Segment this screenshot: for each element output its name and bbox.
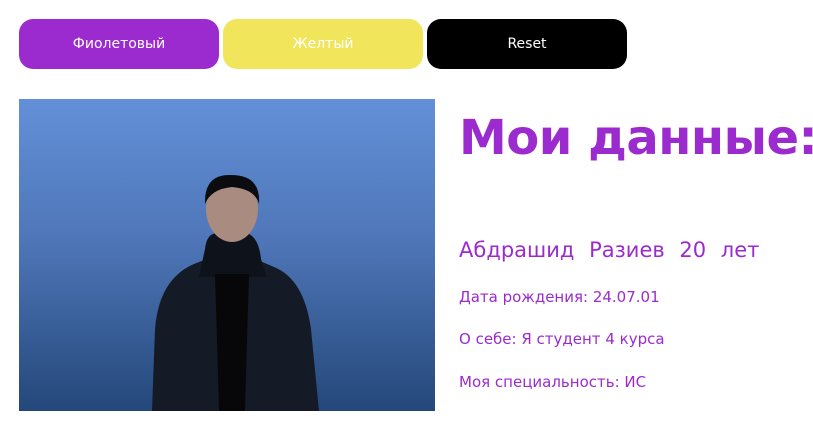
birth-date: Дата рождения: 24.07.01 bbox=[459, 288, 660, 306]
full-name: Абдрашид Разиев 20 лет bbox=[459, 238, 760, 262]
page-title: Мои данные: bbox=[459, 110, 813, 166]
specialty: Моя специальность: ИС bbox=[459, 373, 647, 391]
about-me: О себе: Я студент 4 курса bbox=[459, 330, 665, 348]
yellow-theme-button[interactable]: Желтый bbox=[223, 19, 423, 69]
reset-button[interactable]: Reset bbox=[427, 19, 627, 69]
violet-theme-button[interactable]: Фиолетовый bbox=[19, 19, 219, 69]
profile-photo bbox=[19, 99, 435, 411]
